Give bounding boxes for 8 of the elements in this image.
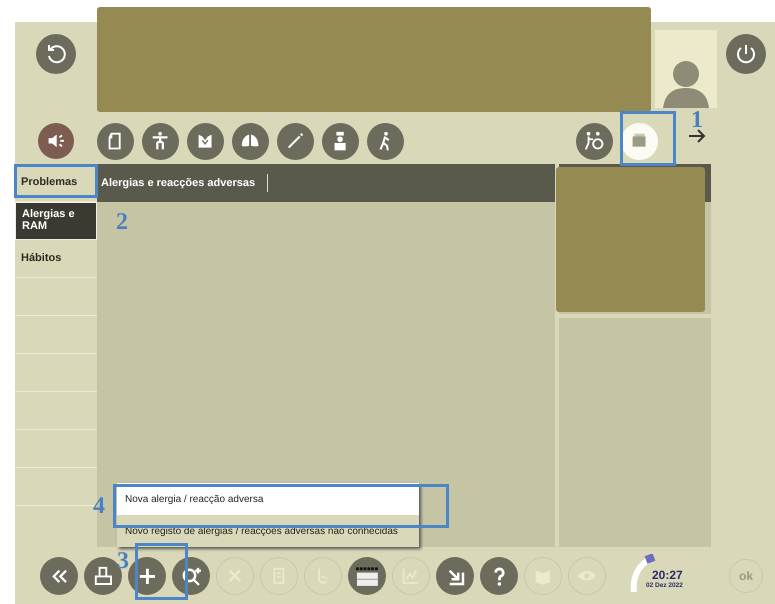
menu-item[interactable]: Nova alergia / reacção adversa xyxy=(117,483,419,515)
clock-time: 20:27 xyxy=(652,567,683,582)
sidebar-item[interactable]: Alergias e RAM xyxy=(15,202,97,240)
annotation-number: 2 xyxy=(116,210,128,234)
annotation-number: 1 xyxy=(691,108,703,132)
section-title: Alergias e reacções adversas xyxy=(101,176,256,191)
annotation-number: 3 xyxy=(117,549,129,573)
annotation-number: 4 xyxy=(93,494,105,518)
